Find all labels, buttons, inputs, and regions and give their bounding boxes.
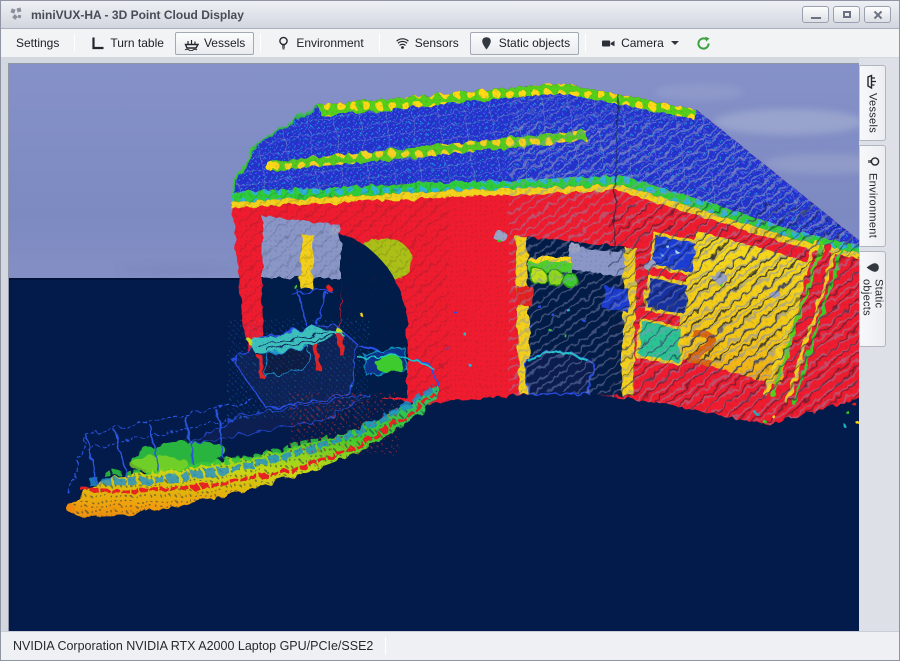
vessels-label: Vessels [204, 36, 245, 50]
side-tab-vessels-label: Vessels [867, 93, 879, 133]
camcorder-icon [601, 36, 616, 51]
maximize-icon [843, 11, 851, 18]
turn-table-button[interactable]: Turn table [81, 32, 173, 55]
static-objects-label: Static objects [499, 36, 570, 50]
3d-viewport[interactable]: 2 [8, 63, 860, 632]
app-icon [9, 7, 25, 23]
turn-table-label: Turn table [110, 36, 164, 50]
window-controls [802, 6, 891, 23]
status-separator [385, 637, 386, 655]
camera-label: Camera [621, 36, 664, 50]
point-cloud-scene: 2 [9, 64, 859, 631]
side-tab-static-objects[interactable]: Static objects [859, 251, 886, 347]
chevron-down-icon [671, 41, 679, 45]
status-bar: NVIDIA Corporation NVIDIA RTX A2000 Lapt… [1, 631, 899, 660]
side-tab-static-objects-label: Static objects [861, 279, 885, 340]
side-tab-vessels[interactable]: Vessels [859, 65, 886, 141]
toolbar-separator [585, 34, 586, 52]
static-objects-button[interactable]: Static objects [470, 32, 579, 55]
map-pin-icon [479, 36, 494, 51]
settings-button[interactable]: Settings [7, 32, 68, 55]
refresh-button[interactable] [690, 32, 717, 55]
environment-label: Environment [296, 36, 363, 50]
toolbar-separator [74, 34, 75, 52]
refresh-icon [696, 36, 711, 51]
side-tab-environment[interactable]: Environment [859, 145, 886, 247]
window-title: miniVUX-HA - 3D Point Cloud Display [31, 8, 802, 22]
lightbulb-icon [276, 36, 291, 51]
minimize-button[interactable] [802, 6, 829, 23]
camera-button[interactable]: Camera [592, 32, 688, 55]
lightbulb-icon [865, 154, 880, 169]
radar-icon [395, 36, 410, 51]
side-tab-strip: Vessels Environment Static objects [859, 58, 899, 633]
title-bar: miniVUX-HA - 3D Point Cloud Display [1, 1, 899, 29]
vessels-button[interactable]: Vessels [175, 32, 254, 55]
close-icon [873, 10, 883, 20]
environment-button[interactable]: Environment [267, 32, 372, 55]
side-tab-environment-label: Environment [867, 173, 879, 238]
angle-icon [90, 36, 105, 51]
boat-icon [865, 74, 880, 89]
main-toolbar: Settings Turn table Vessels [1, 29, 899, 58]
boat-icon [184, 36, 199, 51]
maximize-button[interactable] [833, 6, 860, 23]
map-pin-icon [865, 260, 880, 275]
minimize-icon [811, 17, 821, 19]
sensors-button[interactable]: Sensors [386, 32, 468, 55]
app-window: miniVUX-HA - 3D Point Cloud Display Sett… [0, 0, 900, 661]
settings-label: Settings [16, 36, 59, 50]
gpu-info-text: NVIDIA Corporation NVIDIA RTX A2000 Lapt… [13, 639, 373, 653]
toolbar-separator [260, 34, 261, 52]
sensors-label: Sensors [415, 36, 459, 50]
close-button[interactable] [864, 6, 891, 23]
toolbar-separator [379, 34, 380, 52]
